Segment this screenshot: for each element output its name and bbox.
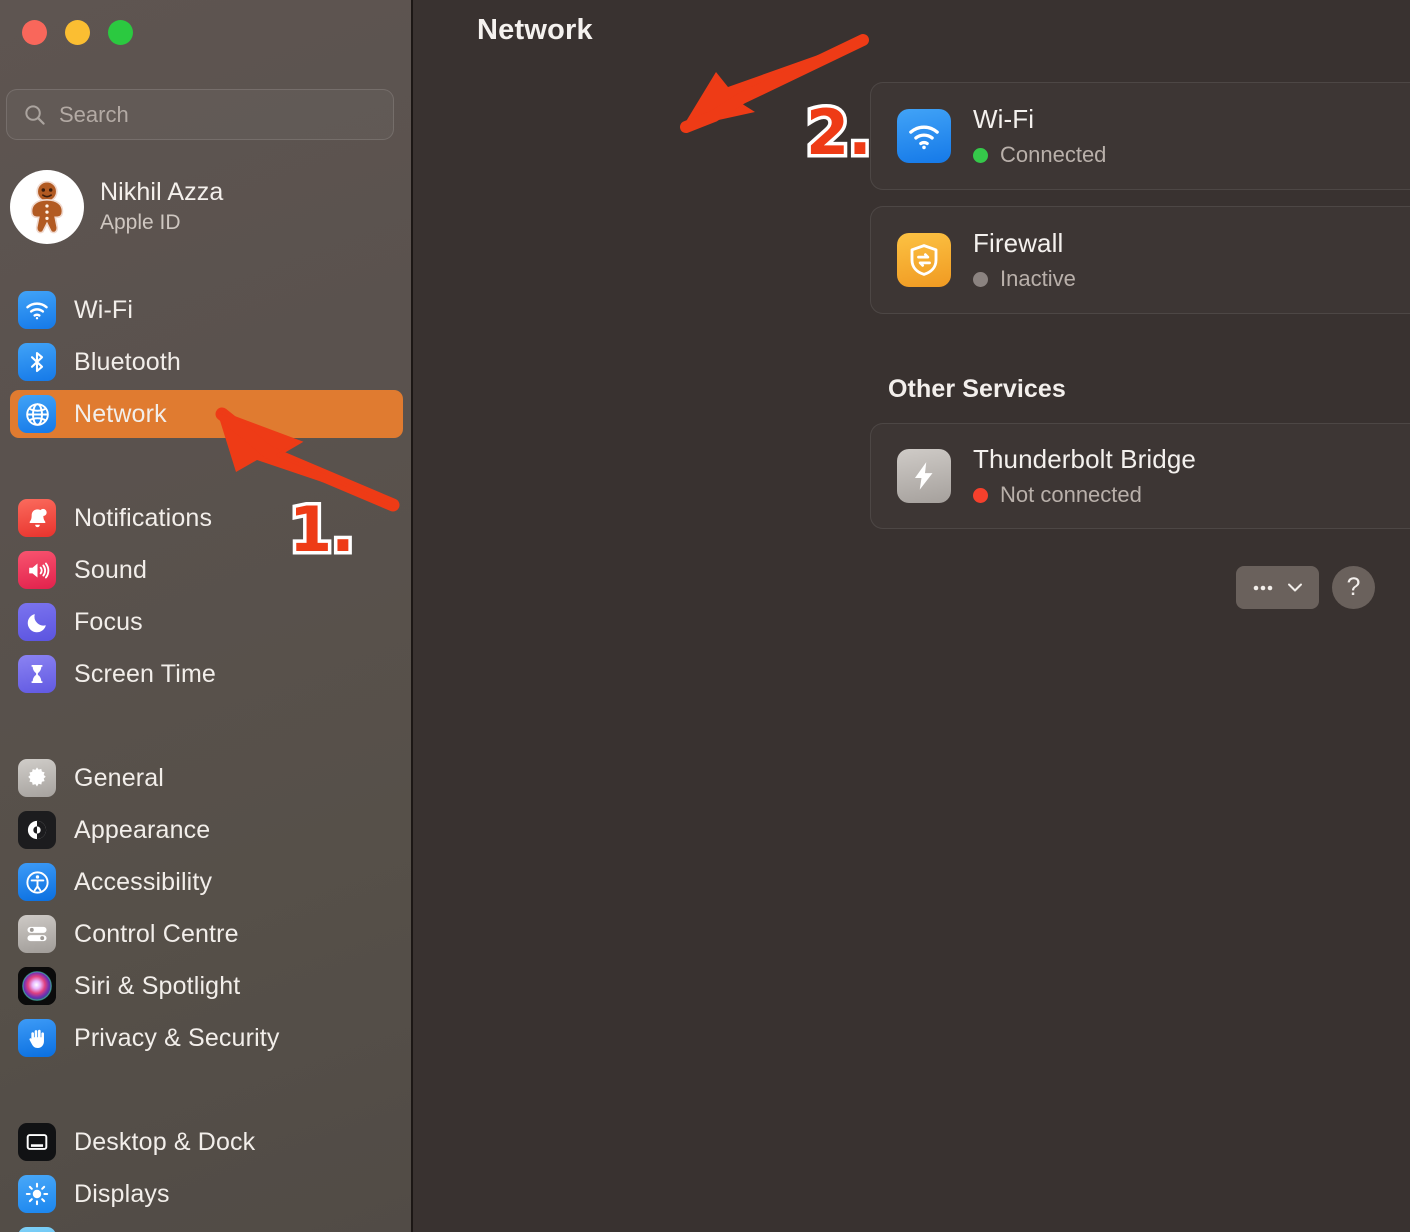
sidebar-item-label: Screen Time	[74, 659, 216, 688]
sidebar-item-privacy-and-security[interactable]: Privacy & Security	[10, 1014, 403, 1062]
chevron-down-icon	[1288, 583, 1302, 592]
sidebar-group-divider	[0, 702, 411, 750]
sidebar-group-display: Desktop & Dock Displays	[0, 1118, 411, 1232]
sidebar-item-label: Accessibility	[74, 867, 213, 896]
moon-icon	[18, 603, 56, 641]
sidebar-item-label: General	[74, 763, 164, 792]
gear-icon	[18, 759, 56, 797]
appearance-icon	[18, 811, 56, 849]
account-text-block: Nikhil Azza Apple ID	[100, 178, 223, 235]
sidebar-group-system: General Appearance Accessibility Control…	[0, 754, 411, 1062]
service-row-firewall[interactable]: Firewall Inactive	[870, 206, 1410, 314]
sidebar-item-label: Siri & Spotlight	[74, 971, 241, 1000]
sidebar-item-wallpaper[interactable]: Wallpaper	[10, 1222, 403, 1232]
status-label: Connected	[1000, 142, 1107, 167]
siri-icon	[18, 967, 56, 1005]
desktop-dock-icon	[18, 1123, 56, 1161]
sidebar-item-label: Desktop & Dock	[74, 1127, 256, 1156]
status-label: Not connected	[1000, 482, 1142, 507]
sidebar-item-label: Control Centre	[74, 919, 239, 948]
sidebar-item-screen-time[interactable]: Screen Time	[10, 650, 403, 698]
sidebar-item-label: Network	[74, 399, 167, 428]
hand-icon	[18, 1019, 56, 1057]
service-name: Firewall	[973, 228, 1064, 258]
search-field[interactable]	[6, 89, 394, 140]
sidebar-item-control-centre[interactable]: Control Centre	[10, 910, 403, 958]
more-options-button[interactable]	[1236, 566, 1319, 609]
footer-buttons: ?	[1236, 566, 1375, 609]
globe-icon	[18, 395, 56, 433]
sidebar-group-divider	[0, 442, 411, 490]
sidebar-item-wi-fi[interactable]: Wi-Fi	[10, 286, 403, 334]
system-settings-window: Nikhil Azza Apple ID Wi-Fi	[0, 0, 1410, 1232]
apple-id-account-row[interactable]: Nikhil Azza Apple ID	[10, 170, 400, 244]
account-subtitle: Apple ID	[100, 210, 181, 234]
sidebar-item-label: Sound	[74, 555, 148, 584]
sidebar-item-bluetooth[interactable]: Bluetooth	[10, 338, 403, 386]
ellipsis-icon	[1253, 585, 1273, 590]
avatar	[10, 170, 84, 244]
sidebar-item-displays[interactable]: Displays	[10, 1170, 403, 1218]
gingerbread-man-avatar-icon	[30, 180, 64, 234]
search-icon	[25, 105, 45, 125]
annotation-number-1: 1.	[286, 490, 359, 570]
sidebar-item-label: Displays	[74, 1179, 170, 1208]
sidebar-item-appearance[interactable]: Appearance	[10, 806, 403, 854]
sidebar-nav: Wi-Fi Bluetooth Network Notifications So…	[0, 282, 411, 1232]
status-dot-not-connected	[973, 487, 988, 503]
sidebar-item-accessibility[interactable]: Accessibility	[10, 858, 403, 906]
wifi-icon	[18, 291, 56, 329]
page-title: Network	[477, 14, 593, 46]
wifi-icon	[897, 109, 951, 163]
accessibility-icon	[18, 863, 56, 901]
sidebar-item-network[interactable]: Network	[10, 390, 403, 438]
bell-icon	[18, 499, 56, 537]
hourglass-icon	[18, 655, 56, 693]
sidebar-item-siri-and-spotlight[interactable]: Siri & Spotlight	[10, 962, 403, 1010]
service-status: Not connected	[973, 482, 1410, 508]
other-services-heading: Other Services	[888, 375, 1066, 403]
window-traffic-lights	[22, 20, 133, 45]
account-name: Nikhil Azza	[100, 178, 224, 207]
thunderbolt-icon	[897, 449, 951, 503]
wallpaper-icon	[18, 1227, 56, 1232]
bluetooth-icon	[18, 343, 56, 381]
maximize-window-button[interactable]	[108, 20, 133, 45]
service-status: Connected	[973, 142, 1410, 168]
firewall-shield-icon	[897, 233, 951, 287]
sidebar-group-divider	[0, 1066, 411, 1114]
sidebar-group-connectivity: Wi-Fi Bluetooth Network	[0, 286, 411, 438]
sidebar: Nikhil Azza Apple ID Wi-Fi	[0, 0, 413, 1232]
sidebar-item-label: Privacy & Security	[74, 1023, 280, 1052]
help-button[interactable]: ?	[1332, 566, 1375, 609]
service-name: Thunderbolt Bridge	[973, 444, 1196, 474]
sidebar-item-focus[interactable]: Focus	[10, 598, 403, 646]
brightness-icon	[18, 1175, 56, 1213]
minimize-window-button[interactable]	[65, 20, 90, 45]
service-row-wifi[interactable]: Wi-Fi Connected	[870, 82, 1410, 190]
sidebar-item-label: Bluetooth	[74, 347, 181, 376]
service-name: Wi-Fi	[973, 104, 1035, 134]
search-input[interactable]	[59, 101, 377, 128]
sidebar-item-general[interactable]: General	[10, 754, 403, 802]
service-status: Inactive	[973, 266, 1410, 292]
annotation-number-2: 2.	[803, 93, 876, 173]
sidebar-item-label: Focus	[74, 607, 143, 636]
speaker-icon	[18, 551, 56, 589]
main-content: Network Wi-Fi Connected Firewall Inactiv…	[413, 0, 1410, 1232]
sidebar-item-label: Appearance	[74, 815, 211, 844]
sidebar-item-label: Wi-Fi	[74, 295, 134, 324]
status-label: Inactive	[1000, 266, 1076, 291]
status-dot-connected	[973, 147, 988, 163]
status-dot-inactive	[973, 271, 988, 287]
service-row-thunderbolt-bridge[interactable]: Thunderbolt Bridge Not connected	[870, 423, 1410, 529]
close-window-button[interactable]	[22, 20, 47, 45]
sliders-icon	[18, 915, 56, 953]
sidebar-item-label: Notifications	[74, 503, 213, 532]
sidebar-item-desktop-and-dock[interactable]: Desktop & Dock	[10, 1118, 403, 1166]
